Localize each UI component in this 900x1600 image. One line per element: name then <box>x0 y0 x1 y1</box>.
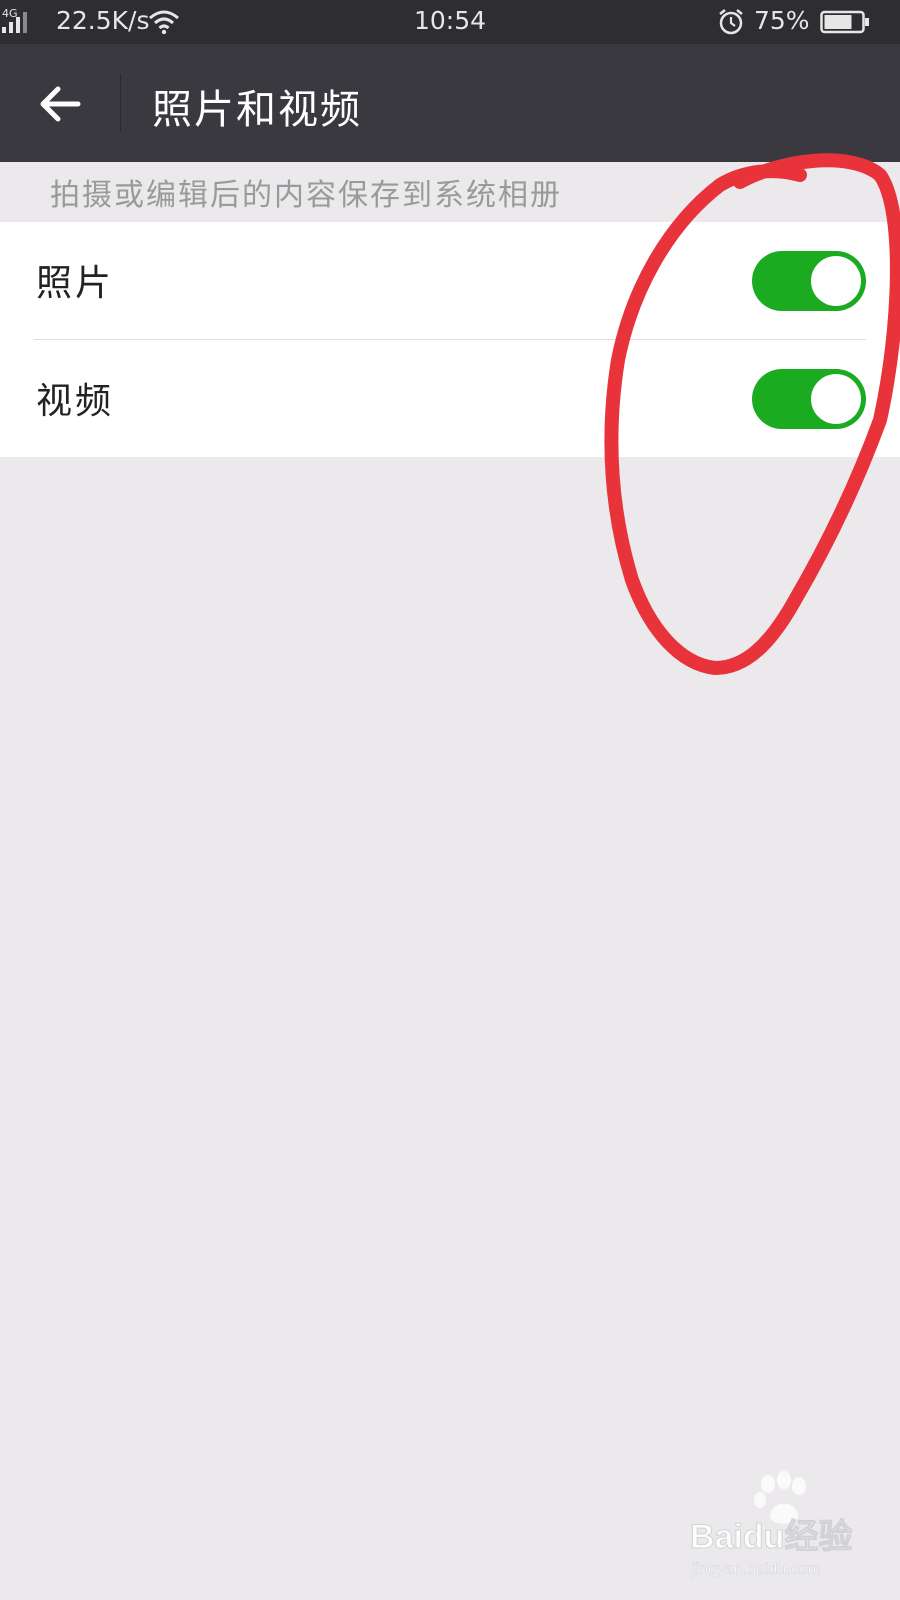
baidu-jingyan-watermark: Baidu经验 jingyan.baidu.com <box>690 1471 853 1578</box>
watermark-brand: Baidu经验 <box>690 1517 852 1556</box>
arrow-left-icon <box>40 86 81 122</box>
setting-label-videos: 视频 <box>36 381 115 422</box>
battery-percentage: 75% <box>754 6 810 35</box>
toggle-knob <box>811 256 861 306</box>
status-bar: 4G 22.5K/s 10:54 75% <box>0 0 900 44</box>
settings-list: 照片 视频 <box>0 222 900 457</box>
back-button[interactable] <box>30 74 90 134</box>
page-title: 照片和视频 <box>152 87 362 133</box>
app-bar: 照片和视频 <box>0 44 900 162</box>
app-bar-divider <box>120 74 121 132</box>
setting-row-photos: 照片 <box>0 222 900 340</box>
battery-icon <box>820 10 869 34</box>
setting-label-photos: 照片 <box>36 263 115 304</box>
alarm-clock-icon <box>719 9 743 35</box>
photos-toggle[interactable] <box>752 251 866 311</box>
videos-toggle[interactable] <box>752 369 866 429</box>
watermark-url: jingyan.baidu.com <box>691 1561 821 1578</box>
toggle-knob <box>811 374 861 424</box>
section-hint: 拍摄或编辑后的内容保存到系统相册 <box>50 178 562 213</box>
setting-row-videos: 视频 <box>0 340 900 457</box>
